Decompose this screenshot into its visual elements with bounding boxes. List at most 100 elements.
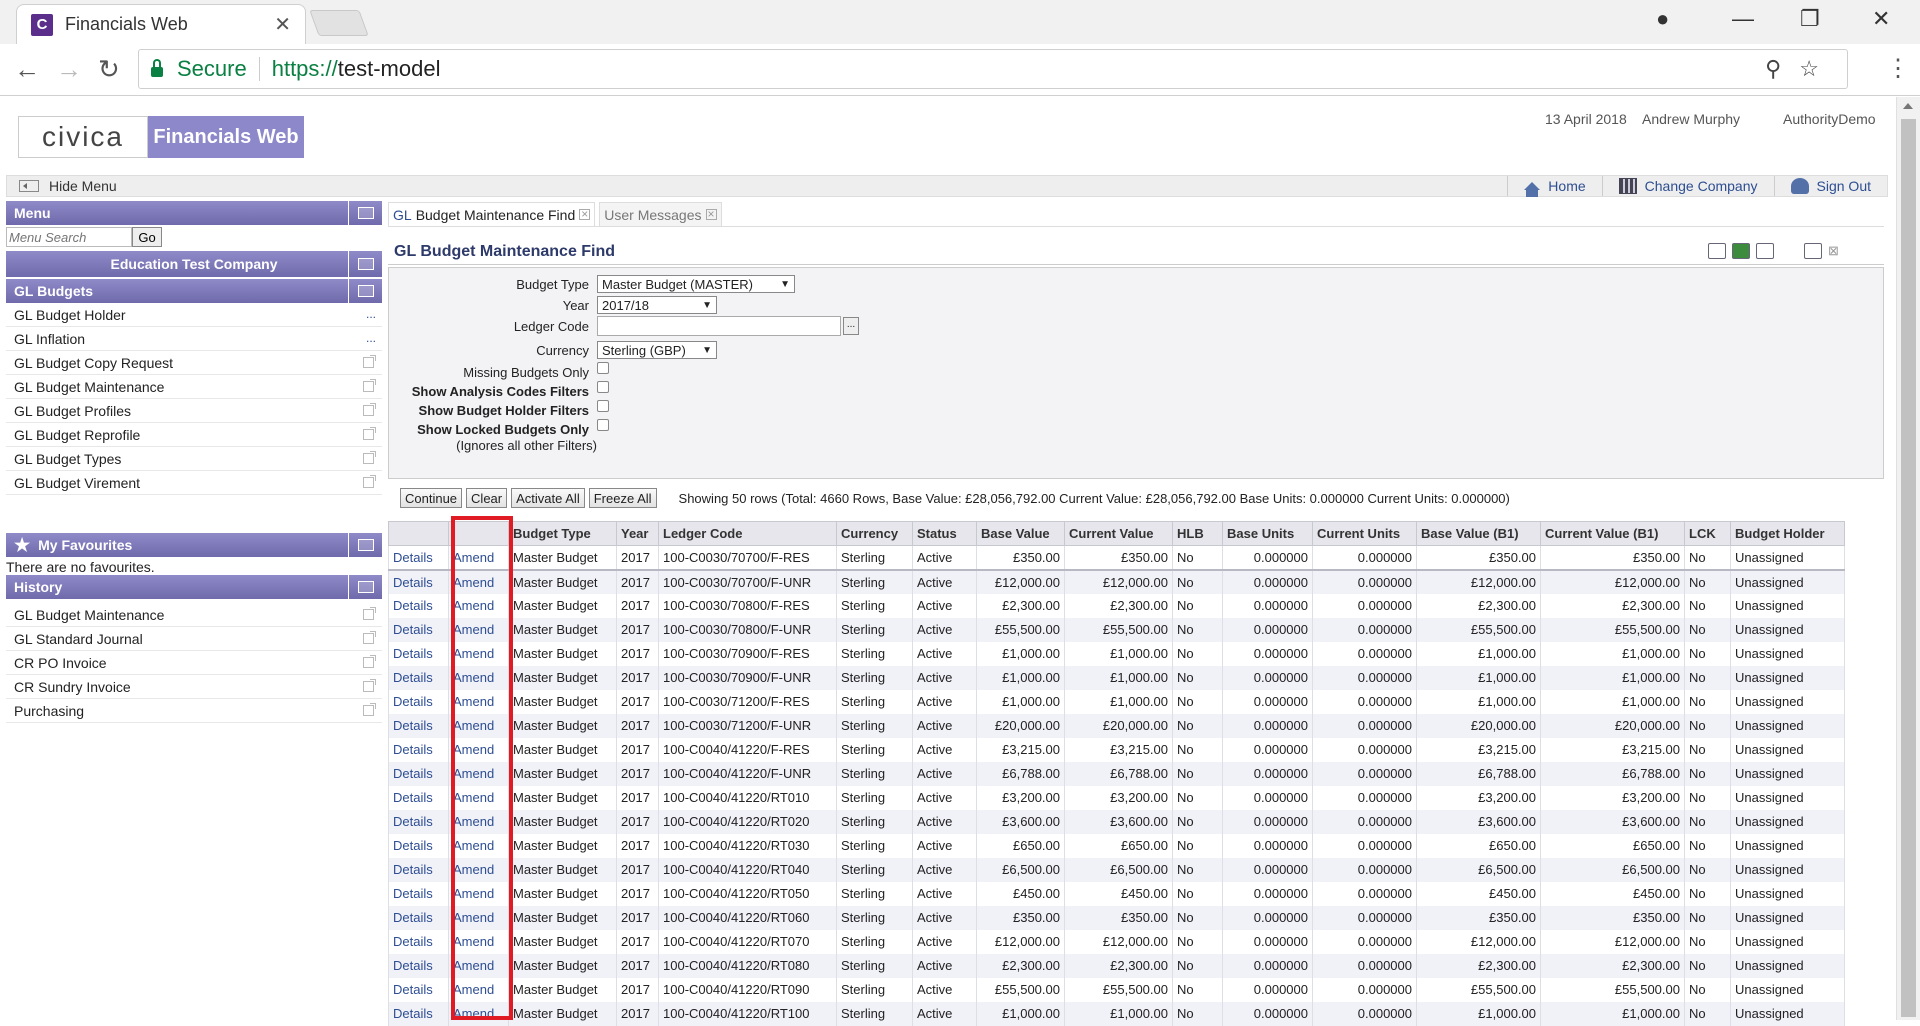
open-external-icon[interactable] [363,403,376,416]
budget-type-select[interactable]: Master Budget (MASTER) ▼ [597,275,795,293]
excel-export-icon[interactable] [1732,243,1750,259]
open-external-icon[interactable] [363,451,376,464]
sidebar-item[interactable]: GL Inflation... [6,327,382,351]
details-link[interactable]: Details [388,617,449,642]
window-icon[interactable] [1804,243,1822,259]
column-header[interactable]: Status [912,521,977,546]
missing-budgets-checkbox[interactable] [597,362,609,374]
column-header[interactable]: Currency [836,521,913,546]
sidebar-item[interactable]: GL Budget Copy Request [6,351,382,375]
tab-gl-budget-maintenance-find[interactable]: GL Budget Maintenance Find × [388,202,596,226]
browser-tab[interactable]: C Financials Web ✕ [16,4,306,44]
back-arrow-icon[interactable]: ← [14,54,40,85]
close-tab-icon[interactable]: ✕ [274,12,291,37]
amend-link[interactable]: Amend [448,1001,509,1026]
currency-select[interactable]: Sterling (GBP) ▼ [597,341,717,359]
company-panel-toggle[interactable] [348,251,382,277]
menu-search-go-button[interactable]: Go [132,227,162,247]
open-external-icon[interactable] [363,679,376,692]
amend-link[interactable]: Amend [448,809,509,834]
history-item[interactable]: GL Budget Maintenance [6,603,382,627]
ledger-code-lookup-button[interactable]: ... [843,317,859,335]
amend-link[interactable]: Amend [448,545,509,571]
amend-link[interactable]: Amend [448,689,509,714]
amend-link[interactable]: Amend [448,569,509,594]
print-icon[interactable] [1708,243,1726,259]
amend-link[interactable]: Amend [448,737,509,762]
tab-user-messages[interactable]: User Messages × [599,202,722,226]
details-link[interactable]: Details [388,929,449,954]
open-external-icon[interactable] [363,631,376,644]
history-toggle[interactable] [348,575,382,599]
column-header[interactable] [388,521,449,546]
restore-icon[interactable]: ❐ [1800,6,1820,32]
close-panel-icon[interactable]: ⊠ [1828,243,1839,259]
continue-button[interactable]: Continue [400,488,463,508]
gl-budgets-header[interactable]: GL Budgets [6,279,382,303]
address-bar[interactable]: Secure https:// test-model ⚲☆ [138,49,1848,89]
details-link[interactable]: Details [388,857,449,882]
locked-budgets-checkbox[interactable] [597,419,609,431]
favourites-toggle[interactable] [348,533,382,557]
activate-all-button[interactable]: Activate All [511,488,585,508]
amend-link[interactable]: Amend [448,953,509,978]
hide-menu-button[interactable]: Hide Menu [19,178,117,194]
column-header[interactable]: Current Value [1064,521,1173,546]
reload-icon[interactable]: ↻ [98,54,120,85]
sign-out-link[interactable]: Sign Out [1773,176,1887,196]
amend-link[interactable]: Amend [448,881,509,906]
zoom-icon[interactable]: ⚲ [1765,56,1799,81]
details-link[interactable]: Details [388,881,449,906]
amend-link[interactable]: Amend [448,641,509,666]
scrollbar-thumb[interactable] [1901,119,1916,1017]
column-header[interactable]: Budget Holder [1730,521,1845,546]
bookmark-star-icon[interactable]: ☆ [1799,56,1837,81]
close-tab-icon[interactable]: × [579,208,591,220]
column-header[interactable]: Budget Type [508,521,617,546]
change-company-link[interactable]: Change Company [1601,176,1774,196]
details-link[interactable]: Details [388,665,449,690]
history-item[interactable]: CR PO Invoice [6,651,382,675]
menu-search-input[interactable] [6,227,132,247]
amend-link[interactable]: Amend [448,929,509,954]
details-link[interactable]: Details [388,545,449,571]
details-link[interactable]: Details [388,641,449,666]
analysis-codes-checkbox[interactable] [597,381,609,393]
amend-link[interactable]: Amend [448,617,509,642]
amend-link[interactable]: Amend [448,857,509,882]
gl-budgets-toggle[interactable] [348,279,382,303]
details-link[interactable]: Details [388,1001,449,1026]
details-link[interactable]: Details [388,689,449,714]
amend-link[interactable]: Amend [448,785,509,810]
page-scrollbar[interactable] [1896,97,1920,1020]
details-link[interactable]: Details [388,569,449,594]
details-link[interactable]: Details [388,737,449,762]
column-header[interactable]: LCK [1684,521,1731,546]
history-item[interactable]: GL Standard Journal [6,627,382,651]
scroll-up-icon[interactable] [1903,103,1913,109]
details-link[interactable]: Details [388,905,449,930]
minimize-icon[interactable]: — [1732,6,1754,32]
details-link[interactable]: Details [388,713,449,738]
history-item[interactable]: CR Sundry Invoice [6,675,382,699]
budget-holder-checkbox[interactable] [597,400,609,412]
company-header[interactable]: Education Test Company [6,251,382,277]
close-tab-icon[interactable]: × [705,208,717,220]
details-link[interactable]: Details [388,785,449,810]
sidebar-item[interactable]: GL Budget Profiles [6,399,382,423]
column-header[interactable]: HLB [1172,521,1223,546]
amend-link[interactable]: Amend [448,977,509,1002]
history-item[interactable]: Purchasing [6,699,382,723]
open-external-icon[interactable] [363,607,376,620]
sidebar-item[interactable]: GL Budget Types [6,447,382,471]
clear-button[interactable]: Clear [466,488,508,508]
menu-panel-toggle[interactable] [348,201,382,225]
open-external-icon[interactable] [363,427,376,440]
details-link[interactable]: Details [388,809,449,834]
column-header[interactable]: Base Value [976,521,1065,546]
open-external-icon[interactable] [363,355,376,368]
freeze-all-button[interactable]: Freeze All [588,488,657,508]
close-window-icon[interactable]: ✕ [1872,6,1890,32]
home-link[interactable]: Home [1507,176,1601,197]
column-header[interactable]: Current Value (B1) [1540,521,1685,546]
